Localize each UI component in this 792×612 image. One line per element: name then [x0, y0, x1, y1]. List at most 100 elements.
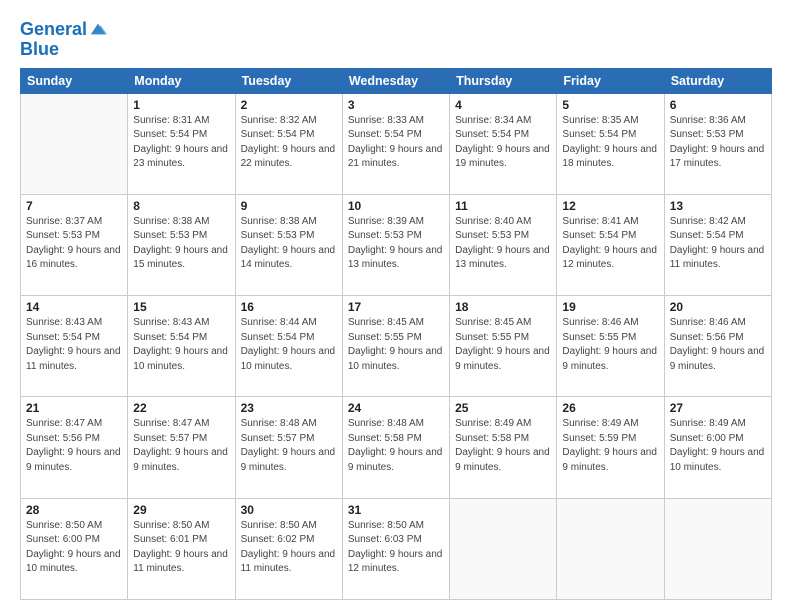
day-info: Sunrise: 8:47 AM Sunset: 5:57 PM Dayligh… [133, 417, 229, 475]
calendar-cell: 17 Sunrise: 8:45 AM Sunset: 5:55 PM Dayli… [342, 296, 449, 397]
day-number: 3 [348, 98, 444, 112]
calendar-cell: 19 Sunrise: 8:46 AM Sunset: 5:55 PM Dayli… [557, 296, 664, 397]
day-info: Sunrise: 8:46 AM Sunset: 5:55 PM Dayligh… [562, 316, 658, 374]
day-number: 19 [562, 300, 658, 314]
day-number: 30 [241, 503, 337, 517]
day-number: 13 [670, 199, 766, 213]
calendar-cell: 12 Sunrise: 8:41 AM Sunset: 5:54 PM Dayli… [557, 194, 664, 295]
day-info: Sunrise: 8:49 AM Sunset: 5:58 PM Dayligh… [455, 417, 551, 475]
day-info: Sunrise: 8:44 AM Sunset: 5:54 PM Dayligh… [241, 316, 337, 374]
day-number: 4 [455, 98, 551, 112]
day-number: 11 [455, 199, 551, 213]
day-info: Sunrise: 8:50 AM Sunset: 6:00 PM Dayligh… [26, 519, 122, 577]
day-info: Sunrise: 8:47 AM Sunset: 5:56 PM Dayligh… [26, 417, 122, 475]
calendar-cell: 14 Sunrise: 8:43 AM Sunset: 5:54 PM Dayli… [21, 296, 128, 397]
calendar-cell: 9 Sunrise: 8:38 AM Sunset: 5:53 PM Daylig… [235, 194, 342, 295]
day-info: Sunrise: 8:39 AM Sunset: 5:53 PM Dayligh… [348, 215, 444, 273]
calendar-week-row: 7Sunrise: 8:37 AM Sunset: 5:53 PM Daylig… [21, 194, 772, 295]
calendar-week-row: 14 Sunrise: 8:43 AM Sunset: 5:54 PM Dayli… [21, 296, 772, 397]
calendar-cell: 5 Sunrise: 8:35 AM Sunset: 5:54 PM Daylig… [557, 93, 664, 194]
calendar-week-row: 21 Sunrise: 8:47 AM Sunset: 5:56 PM Dayli… [21, 397, 772, 498]
day-number: 25 [455, 401, 551, 415]
day-info: Sunrise: 8:45 AM Sunset: 5:55 PM Dayligh… [348, 316, 444, 374]
day-info: Sunrise: 8:50 AM Sunset: 6:02 PM Dayligh… [241, 519, 337, 577]
calendar-cell: 29 Sunrise: 8:50 AM Sunset: 6:01 PM Dayli… [128, 498, 235, 599]
day-info: Sunrise: 8:49 AM Sunset: 6:00 PM Dayligh… [670, 417, 766, 475]
day-number: 28 [26, 503, 122, 517]
day-info: Sunrise: 8:48 AM Sunset: 5:57 PM Dayligh… [241, 417, 337, 475]
logo-icon [89, 20, 107, 38]
day-info: Sunrise: 8:35 AM Sunset: 5:54 PM Dayligh… [562, 114, 658, 172]
calendar-week-row: 28 Sunrise: 8:50 AM Sunset: 6:00 PM Dayli… [21, 498, 772, 599]
page: General Blue SundayMondayTuesdayWednesda… [0, 0, 792, 612]
calendar-cell [450, 498, 557, 599]
day-info: Sunrise: 8:41 AM Sunset: 5:54 PM Dayligh… [562, 215, 658, 273]
calendar-cell: 7Sunrise: 8:37 AM Sunset: 5:53 PM Daylig… [21, 194, 128, 295]
day-info: Sunrise: 8:31 AM Sunset: 5:54 PM Dayligh… [133, 114, 229, 172]
day-info: Sunrise: 8:36 AM Sunset: 5:53 PM Dayligh… [670, 114, 766, 172]
calendar-cell: 28 Sunrise: 8:50 AM Sunset: 6:00 PM Dayli… [21, 498, 128, 599]
weekday-header-wednesday: Wednesday [342, 68, 449, 93]
day-number: 23 [241, 401, 337, 415]
day-number: 14 [26, 300, 122, 314]
day-info: Sunrise: 8:50 AM Sunset: 6:01 PM Dayligh… [133, 519, 229, 577]
day-number: 21 [26, 401, 122, 415]
day-info: Sunrise: 8:32 AM Sunset: 5:54 PM Dayligh… [241, 114, 337, 172]
day-number: 29 [133, 503, 229, 517]
day-info: Sunrise: 8:49 AM Sunset: 5:59 PM Dayligh… [562, 417, 658, 475]
calendar-week-row: 1Sunrise: 8:31 AM Sunset: 5:54 PM Daylig… [21, 93, 772, 194]
day-number: 2 [241, 98, 337, 112]
logo: General Blue [20, 20, 107, 60]
day-number: 22 [133, 401, 229, 415]
calendar-cell: 10 Sunrise: 8:39 AM Sunset: 5:53 PM Dayli… [342, 194, 449, 295]
calendar-cell [664, 498, 771, 599]
calendar-cell: 27 Sunrise: 8:49 AM Sunset: 6:00 PM Dayli… [664, 397, 771, 498]
calendar-cell: 31Sunrise: 8:50 AM Sunset: 6:03 PM Dayli… [342, 498, 449, 599]
calendar-cell: 18Sunrise: 8:45 AM Sunset: 5:55 PM Dayli… [450, 296, 557, 397]
day-number: 5 [562, 98, 658, 112]
calendar-cell: 23 Sunrise: 8:48 AM Sunset: 5:57 PM Dayli… [235, 397, 342, 498]
day-number: 7 [26, 199, 122, 213]
header: General Blue [20, 16, 772, 60]
calendar-cell: 15 Sunrise: 8:43 AM Sunset: 5:54 PM Dayli… [128, 296, 235, 397]
calendar-cell: 21 Sunrise: 8:47 AM Sunset: 5:56 PM Dayli… [21, 397, 128, 498]
calendar-cell: 8Sunrise: 8:38 AM Sunset: 5:53 PM Daylig… [128, 194, 235, 295]
weekday-header-friday: Friday [557, 68, 664, 93]
day-info: Sunrise: 8:48 AM Sunset: 5:58 PM Dayligh… [348, 417, 444, 475]
day-info: Sunrise: 8:45 AM Sunset: 5:55 PM Dayligh… [455, 316, 551, 374]
day-info: Sunrise: 8:50 AM Sunset: 6:03 PM Dayligh… [348, 519, 444, 577]
day-info: Sunrise: 8:43 AM Sunset: 5:54 PM Dayligh… [26, 316, 122, 374]
day-info: Sunrise: 8:33 AM Sunset: 5:54 PM Dayligh… [348, 114, 444, 172]
calendar-cell: 24Sunrise: 8:48 AM Sunset: 5:58 PM Dayli… [342, 397, 449, 498]
calendar-cell: 22 Sunrise: 8:47 AM Sunset: 5:57 PM Dayli… [128, 397, 235, 498]
weekday-header-monday: Monday [128, 68, 235, 93]
calendar-cell: 30 Sunrise: 8:50 AM Sunset: 6:02 PM Dayli… [235, 498, 342, 599]
day-info: Sunrise: 8:38 AM Sunset: 5:53 PM Dayligh… [133, 215, 229, 273]
calendar-cell: 25 Sunrise: 8:49 AM Sunset: 5:58 PM Dayli… [450, 397, 557, 498]
day-number: 26 [562, 401, 658, 415]
calendar-table: SundayMondayTuesdayWednesdayThursdayFrid… [20, 68, 772, 600]
calendar-cell: 3 Sunrise: 8:33 AM Sunset: 5:54 PM Daylig… [342, 93, 449, 194]
weekday-header-tuesday: Tuesday [235, 68, 342, 93]
day-number: 16 [241, 300, 337, 314]
day-info: Sunrise: 8:42 AM Sunset: 5:54 PM Dayligh… [670, 215, 766, 273]
calendar-cell: 1Sunrise: 8:31 AM Sunset: 5:54 PM Daylig… [128, 93, 235, 194]
day-info: Sunrise: 8:43 AM Sunset: 5:54 PM Dayligh… [133, 316, 229, 374]
day-info: Sunrise: 8:34 AM Sunset: 5:54 PM Dayligh… [455, 114, 551, 172]
day-info: Sunrise: 8:38 AM Sunset: 5:53 PM Dayligh… [241, 215, 337, 273]
calendar-cell: 13 Sunrise: 8:42 AM Sunset: 5:54 PM Dayli… [664, 194, 771, 295]
calendar-cell: 11 Sunrise: 8:40 AM Sunset: 5:53 PM Dayli… [450, 194, 557, 295]
calendar-cell: 26 Sunrise: 8:49 AM Sunset: 5:59 PM Dayli… [557, 397, 664, 498]
day-number: 12 [562, 199, 658, 213]
day-info: Sunrise: 8:40 AM Sunset: 5:53 PM Dayligh… [455, 215, 551, 273]
day-number: 10 [348, 199, 444, 213]
logo-text-line2: Blue [20, 40, 107, 60]
weekday-header-thursday: Thursday [450, 68, 557, 93]
calendar-cell: 16 Sunrise: 8:44 AM Sunset: 5:54 PM Dayli… [235, 296, 342, 397]
weekday-header-sunday: Sunday [21, 68, 128, 93]
day-number: 9 [241, 199, 337, 213]
day-number: 20 [670, 300, 766, 314]
day-number: 17 [348, 300, 444, 314]
day-number: 15 [133, 300, 229, 314]
day-number: 27 [670, 401, 766, 415]
